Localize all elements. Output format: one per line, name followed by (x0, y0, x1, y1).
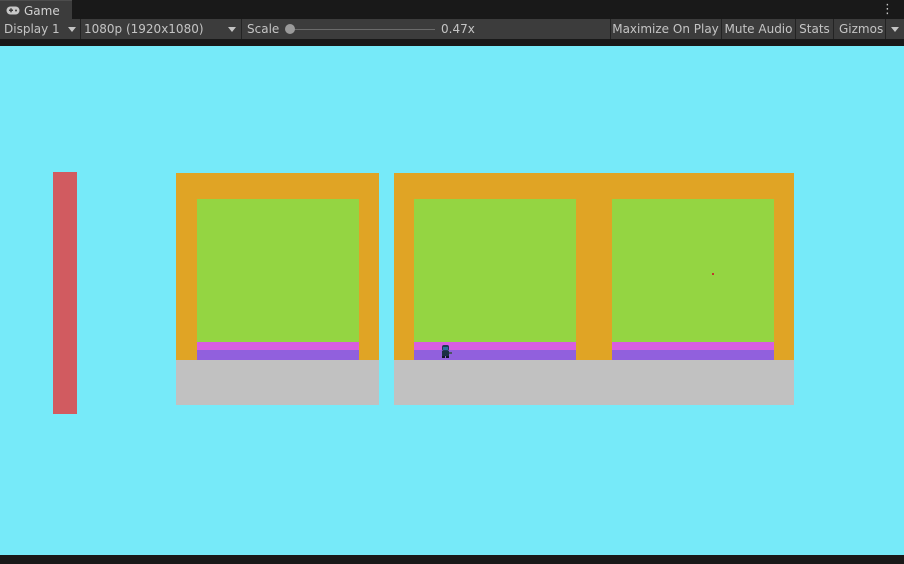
maximize-on-play-button[interactable]: Maximize On Play (610, 19, 720, 39)
tab-game-label: Game (24, 3, 60, 18)
chevron-down-icon (891, 27, 899, 32)
room-interior (197, 199, 359, 342)
scale-value: 0.47x (441, 19, 475, 39)
floor-pink (414, 342, 576, 350)
scale-label: Scale (247, 19, 279, 39)
gizmos-label: Gizmos (839, 22, 884, 36)
more-options-icon[interactable]: ⋮ (881, 3, 894, 16)
ground-block (176, 360, 379, 405)
tab-game[interactable]: Game (0, 0, 72, 20)
display-dropdown[interactable]: Display 1 (4, 19, 78, 39)
game-viewport[interactable] (0, 46, 904, 555)
mute-audio-button[interactable]: Mute Audio (721, 19, 795, 39)
floor-pink (197, 342, 359, 350)
toolbar-divider (80, 19, 81, 39)
floor-purple (612, 350, 774, 360)
viewport-border (0, 39, 904, 46)
red-pillar (53, 172, 77, 414)
room-interior (414, 199, 576, 342)
ground-block (394, 360, 794, 405)
floor-pink (612, 342, 774, 350)
chevron-down-icon (68, 27, 76, 32)
floor-purple (414, 350, 576, 360)
display-dropdown-label: Display 1 (4, 22, 60, 36)
resolution-dropdown-label: 1080p (1920x1080) (84, 22, 204, 36)
scale-label-text: Scale (247, 22, 280, 36)
chevron-down-icon (228, 27, 236, 32)
scale-value-text: 0.47x (441, 22, 475, 36)
stats-button[interactable]: Stats (795, 19, 833, 39)
mute-audio-label: Mute Audio (724, 22, 793, 36)
player-character (442, 345, 452, 358)
item-marker (712, 273, 714, 275)
gizmos-button[interactable]: Gizmos (833, 19, 885, 39)
window-tab-bar: Game ⋮ (0, 0, 904, 20)
maximize-on-play-label: Maximize On Play (612, 22, 719, 36)
toolbar-divider (241, 19, 242, 39)
resolution-dropdown[interactable]: 1080p (1920x1080) (84, 19, 238, 39)
stats-label: Stats (799, 22, 830, 36)
scale-slider-track[interactable] (290, 29, 435, 30)
bottom-border (0, 555, 904, 564)
gamepad-icon (6, 6, 20, 15)
floor-purple (197, 350, 359, 360)
game-toolbar: Display 1 1080p (1920x1080) Scale 0.47x … (0, 19, 904, 39)
gizmos-dropdown[interactable] (885, 19, 904, 39)
scale-slider-handle[interactable] (285, 24, 295, 34)
room-interior (612, 199, 774, 342)
